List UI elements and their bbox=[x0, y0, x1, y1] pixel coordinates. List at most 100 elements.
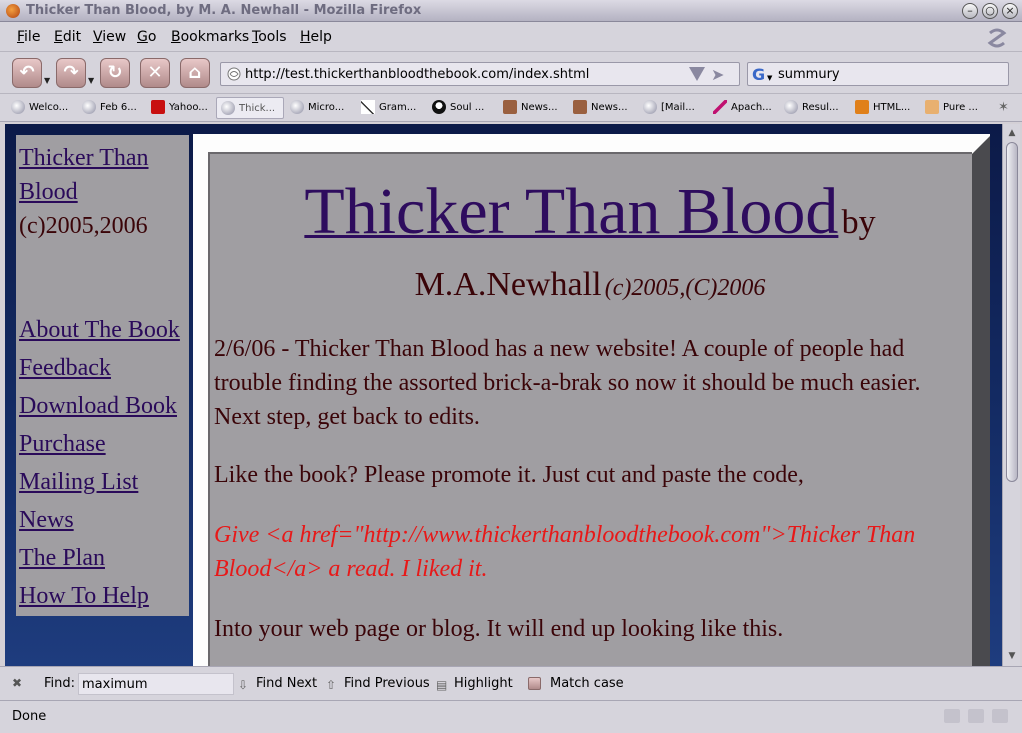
sidebar-link-download[interactable]: Download Book bbox=[19, 393, 177, 420]
menu-view[interactable]: View bbox=[93, 29, 126, 45]
bookmark-icon bbox=[784, 100, 798, 114]
navigation-toolbar: ↶ ▼ ↷ ▼ ↻ ✕ ⌂ ➤ G ▼ bbox=[0, 52, 1022, 94]
result-paragraph: Into your web page or blog. It will end … bbox=[214, 616, 784, 642]
bookmark-icon bbox=[221, 101, 235, 115]
url-bar[interactable]: ➤ bbox=[220, 62, 740, 86]
highlight-icon: ▤ bbox=[436, 678, 448, 692]
security-icon bbox=[944, 709, 960, 723]
sidebar-link-feedback[interactable]: Feedback bbox=[19, 355, 111, 382]
bookmark-item[interactable]: Welco... bbox=[7, 97, 75, 119]
home-icon[interactable]: ⌂ bbox=[180, 58, 210, 88]
scroll-up-icon[interactable]: ▲ bbox=[1006, 127, 1018, 139]
close-icon[interactable]: × bbox=[1002, 3, 1018, 19]
scroll-down-icon[interactable]: ▼ bbox=[1006, 650, 1018, 662]
sidebar-link-help[interactable]: How To Help bbox=[19, 583, 149, 610]
cube-icon bbox=[503, 100, 517, 114]
author-copyright: (c)2005,(C)2006 bbox=[604, 275, 766, 301]
page-title-link[interactable]: Thicker Than Blood bbox=[304, 175, 838, 248]
forward-dropdown-icon[interactable]: ▼ bbox=[88, 76, 94, 85]
bookmark-icon bbox=[290, 100, 304, 114]
sidebar-link-mailing-list[interactable]: Mailing List bbox=[19, 469, 138, 496]
back-dropdown-icon[interactable]: ▼ bbox=[44, 76, 50, 85]
highlight-button[interactable]: ▤ Highlight bbox=[436, 676, 513, 692]
menu-bookmarks[interactable]: Bookmarks bbox=[171, 29, 249, 45]
penguin-icon bbox=[432, 100, 446, 114]
sidebar-link-about[interactable]: About The Book bbox=[19, 317, 180, 344]
menu-file[interactable]: File bbox=[17, 29, 40, 45]
arrow-up-icon: ⇧ bbox=[326, 678, 337, 692]
bookmark-item[interactable]: Thick... bbox=[216, 97, 284, 119]
bookmark-item[interactable]: News... bbox=[499, 97, 567, 119]
sidebar-copyright: (c)2005,2006 bbox=[19, 213, 148, 239]
bookmark-item[interactable]: Micro... bbox=[286, 97, 354, 119]
bookmark-icon bbox=[82, 100, 96, 114]
vertical-scrollbar[interactable]: ▲ ▼ bbox=[1002, 124, 1020, 666]
find-label: Find: bbox=[44, 676, 76, 691]
search-input[interactable] bbox=[778, 65, 1004, 83]
bookmarks-overflow-icon[interactable]: ✶ bbox=[998, 100, 1009, 115]
main-frame-corner bbox=[972, 136, 990, 154]
find-close-icon[interactable]: ✖ bbox=[12, 676, 26, 690]
stop-icon[interactable]: ✕ bbox=[140, 58, 170, 88]
bookmark-item[interactable]: Feb 6... bbox=[78, 97, 146, 119]
bookmark-item[interactable]: Apach... bbox=[709, 97, 777, 119]
status-text: Done bbox=[12, 709, 47, 724]
title-bar: Thicker Than Blood, by M. A. Newhall - M… bbox=[0, 0, 1022, 22]
menu-tools[interactable]: Tools bbox=[252, 29, 287, 45]
page-viewport: Thicker Than Blood (c)2005,2006 About The… bbox=[5, 124, 1002, 666]
offline-icon bbox=[992, 709, 1008, 723]
google-icon[interactable]: G bbox=[752, 65, 765, 84]
sidebar-link-plan[interactable]: The Plan bbox=[19, 545, 105, 572]
find-next-button[interactable]: ⇩ Find Next bbox=[238, 676, 317, 692]
bookmark-item[interactable]: Pure ... bbox=[921, 97, 989, 119]
face-icon bbox=[925, 100, 939, 114]
site-title-link[interactable]: Thicker Than Blood bbox=[19, 141, 187, 209]
go-icon[interactable]: ➤ bbox=[711, 65, 733, 84]
bookmark-item[interactable]: Soul ... bbox=[428, 97, 496, 119]
reload-icon[interactable]: ↻ bbox=[100, 58, 130, 88]
main-content: Thicker Than Blood by M.A.Newhall (c)200… bbox=[208, 152, 972, 666]
scrollbar-thumb[interactable] bbox=[1006, 142, 1018, 482]
url-dropdown-icon[interactable] bbox=[689, 67, 705, 81]
bookmarks-toolbar: Welco... Feb 6... Yahoo... Thick... Micr… bbox=[0, 94, 1022, 122]
bookmark-item[interactable]: News... bbox=[569, 97, 637, 119]
news-paragraph: 2/6/06 - Thicker Than Blood has a new we… bbox=[214, 336, 921, 430]
bookmark-icon bbox=[643, 100, 657, 114]
magnifier-icon bbox=[361, 100, 375, 114]
window-title: Thicker Than Blood, by M. A. Newhall - M… bbox=[26, 3, 422, 18]
code-snippet: Give <a href="http://www.thickerthanbloo… bbox=[214, 522, 916, 582]
sidebar-link-news[interactable]: News bbox=[19, 507, 74, 534]
find-input[interactable] bbox=[78, 673, 234, 695]
author-line: M.A.Newhall (c)2005,(C)2006 bbox=[210, 266, 970, 304]
bookmark-icon bbox=[11, 100, 25, 114]
feather-icon bbox=[713, 100, 727, 114]
sidebar-link-purchase[interactable]: Purchase bbox=[19, 431, 106, 458]
status-bar: Done bbox=[0, 700, 1022, 733]
menu-edit[interactable]: Edit bbox=[54, 29, 81, 45]
match-case-checkbox[interactable] bbox=[528, 677, 541, 690]
bookmark-item[interactable]: Resul... bbox=[780, 97, 848, 119]
page-icon bbox=[227, 67, 241, 81]
promote-paragraph: Like the book? Please promote it. Just c… bbox=[214, 462, 804, 488]
url-input[interactable] bbox=[245, 65, 685, 83]
search-engine-dropdown-icon[interactable]: ▼ bbox=[767, 74, 772, 82]
menu-help[interactable]: Help bbox=[300, 29, 332, 45]
forward-icon[interactable]: ↷ bbox=[56, 58, 86, 88]
search-bar[interactable]: G ▼ bbox=[747, 62, 1009, 86]
author-name: M.A.Newhall bbox=[414, 266, 602, 303]
popup-icon bbox=[968, 709, 984, 723]
find-previous-button[interactable]: ⇧ Find Previous bbox=[326, 676, 430, 692]
maximize-icon[interactable]: ○ bbox=[982, 3, 998, 19]
sidebar: Thicker Than Blood (c)2005,2006 About The… bbox=[16, 135, 189, 616]
bookmark-item[interactable]: HTML... bbox=[851, 97, 919, 119]
bookmark-item[interactable]: [Mail... bbox=[639, 97, 707, 119]
firefox-icon bbox=[6, 4, 20, 18]
menu-go[interactable]: Go bbox=[137, 29, 156, 45]
bookmark-item[interactable]: Gram... bbox=[357, 97, 425, 119]
bookmark-item[interactable]: Yahoo... bbox=[147, 97, 215, 119]
yahoo-icon bbox=[151, 100, 165, 114]
minimize-icon[interactable]: – bbox=[962, 3, 978, 19]
back-icon[interactable]: ↶ bbox=[12, 58, 42, 88]
arrow-down-icon: ⇩ bbox=[238, 678, 249, 692]
page-title: Thicker Than Blood by bbox=[304, 175, 876, 248]
